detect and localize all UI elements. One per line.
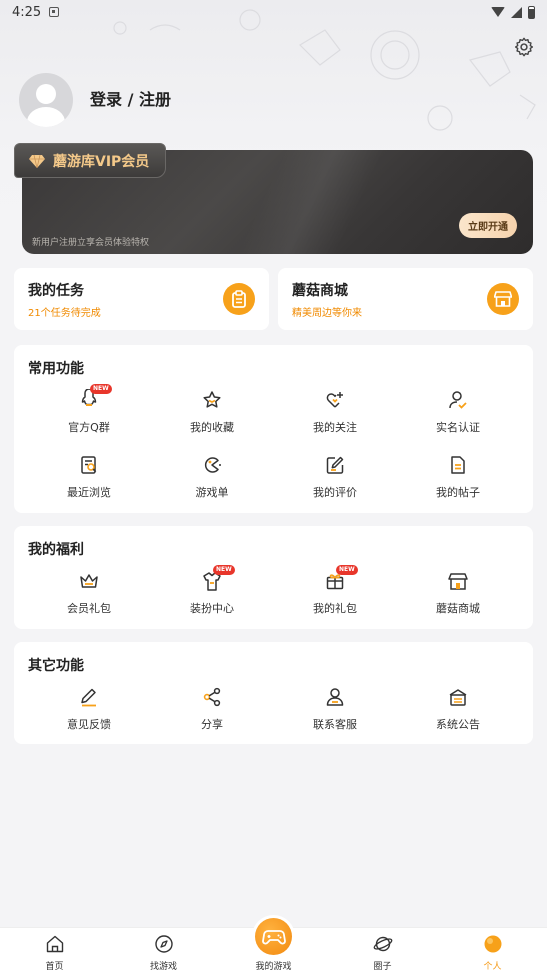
new-badge: NEW <box>90 384 112 394</box>
share-icon <box>203 687 221 707</box>
section-title: 其它功能 <box>28 658 84 674</box>
official-qq-group-item[interactable]: NEW 官方Q群 <box>29 384 149 439</box>
item-label: 我的帖子 <box>436 486 480 499</box>
mushroom-shop-card[interactable]: 蘑菇商城 精美周边等你来 <box>278 268 533 330</box>
notification-icon <box>49 7 60 17</box>
my-following-item[interactable]: 我的关注 <box>275 389 395 439</box>
section-title: 我的福利 <box>28 542 84 558</box>
announcement-icon <box>449 689 467 706</box>
item-label: 系统公告 <box>436 718 480 731</box>
recent-browse-item[interactable]: 最近浏览 <box>29 454 149 504</box>
person-icon <box>326 688 344 706</box>
item-label: 我的关注 <box>313 421 357 434</box>
tab-label: 找游戏 <box>149 962 177 972</box>
signal-icon <box>511 6 522 18</box>
other-functions-section: 其它功能 意见反馈 分享 联系客服 系统公告 <box>14 642 533 744</box>
diamond-icon <box>29 154 45 168</box>
item-label: 我的收藏 <box>190 421 234 434</box>
gamepad-icon <box>261 929 286 944</box>
home-icon <box>46 935 63 953</box>
dress-up-center-item[interactable]: NEW 装扮中心 <box>152 565 272 620</box>
item-label: 分享 <box>201 718 223 731</box>
feedback-item[interactable]: 意见反馈 <box>29 686 149 736</box>
tab-find-games[interactable]: 找游戏 <box>109 928 218 974</box>
pencil-icon <box>81 688 96 707</box>
my-favorites-item[interactable]: 我的收藏 <box>152 389 272 439</box>
common-functions-section: 常用功能 NEW 官方Q群 我的收藏 我的关注 实名认证 最近浏览 游戏单 我的… <box>14 345 533 513</box>
system-announcement-item[interactable]: 系统公告 <box>398 686 518 736</box>
real-name-auth-item[interactable]: 实名认证 <box>398 389 518 439</box>
tab-label: 圈子 <box>373 962 392 972</box>
game-list-item[interactable]: 游戏单 <box>152 454 272 504</box>
tab-profile[interactable]: 个人 <box>438 928 547 974</box>
new-badge: NEW <box>213 565 235 575</box>
edit-icon <box>326 456 344 474</box>
avatar[interactable] <box>19 73 73 127</box>
activate-vip-button[interactable]: 立即开通 <box>459 213 517 238</box>
card-subtitle: 21个任务待完成 <box>28 308 101 319</box>
item-label: 装扮中心 <box>190 602 234 615</box>
tab-circle[interactable]: 圈子 <box>328 928 437 974</box>
pacman-icon <box>204 457 221 473</box>
item-label: 最近浏览 <box>67 486 111 499</box>
card-title: 我的任务 <box>28 283 84 299</box>
tab-label: 个人 <box>483 962 502 972</box>
history-icon <box>81 456 97 474</box>
status-bar: 4:25 <box>0 0 547 24</box>
customer-service-item[interactable]: 联系客服 <box>275 686 395 736</box>
mushroom-shop-item[interactable]: 蘑菇商城 <box>398 570 518 620</box>
store-icon <box>448 573 468 590</box>
my-tasks-card[interactable]: 我的任务 21个任务待完成 <box>14 268 269 330</box>
item-label: 游戏单 <box>195 486 229 499</box>
tab-label: 我的游戏 <box>255 962 292 972</box>
item-label: 意见反馈 <box>67 718 111 731</box>
my-reviews-item[interactable]: 我的评价 <box>275 454 395 504</box>
my-posts-item[interactable]: 我的帖子 <box>398 454 518 504</box>
item-label: 我的礼包 <box>313 602 357 615</box>
clipboard-icon <box>223 283 255 315</box>
star-icon <box>203 391 221 408</box>
login-register-link[interactable]: 登录 / 注册 <box>90 86 171 110</box>
crown-icon <box>80 574 98 588</box>
my-welfare-section: 我的福利 会员礼包 NEW 装扮中心 NEW 我的礼包 蘑菇商城 <box>14 526 533 629</box>
vip-tag: 蘑游库VIP会员 <box>14 143 166 178</box>
item-label: 会员礼包 <box>67 602 111 615</box>
status-time: 4:25 <box>12 4 42 20</box>
item-label: 蘑菇商城 <box>436 602 480 615</box>
new-badge: NEW <box>336 565 358 575</box>
my-games-center-button[interactable] <box>255 918 292 955</box>
tab-home[interactable]: 首页 <box>0 928 109 974</box>
vip-title: 蘑游库VIP会员 <box>53 153 150 170</box>
user-check-icon <box>449 391 467 409</box>
tab-label: 首页 <box>45 962 64 972</box>
heart-plus-icon <box>326 392 343 408</box>
my-gift-pack-item[interactable]: NEW 我的礼包 <box>275 565 395 620</box>
item-label: 官方Q群 <box>68 421 110 434</box>
member-gift-item[interactable]: 会员礼包 <box>29 570 149 620</box>
item-label: 我的评价 <box>313 486 357 499</box>
profile-icon <box>484 935 501 953</box>
vip-subtitle: 新用户注册立享会员体验特权 <box>32 238 150 248</box>
section-title: 常用功能 <box>28 361 84 377</box>
share-item[interactable]: 分享 <box>152 686 272 736</box>
item-label: 实名认证 <box>436 421 480 434</box>
card-title: 蘑菇商城 <box>292 283 348 299</box>
wifi-icon <box>491 7 505 17</box>
battery-icon <box>528 5 535 19</box>
settings-gear-icon[interactable] <box>513 36 535 58</box>
planet-icon <box>373 936 392 952</box>
item-label: 联系客服 <box>313 718 357 731</box>
card-subtitle: 精美周边等你来 <box>292 308 362 319</box>
compass-icon <box>154 935 173 953</box>
document-icon <box>451 456 465 474</box>
store-icon <box>487 283 519 315</box>
